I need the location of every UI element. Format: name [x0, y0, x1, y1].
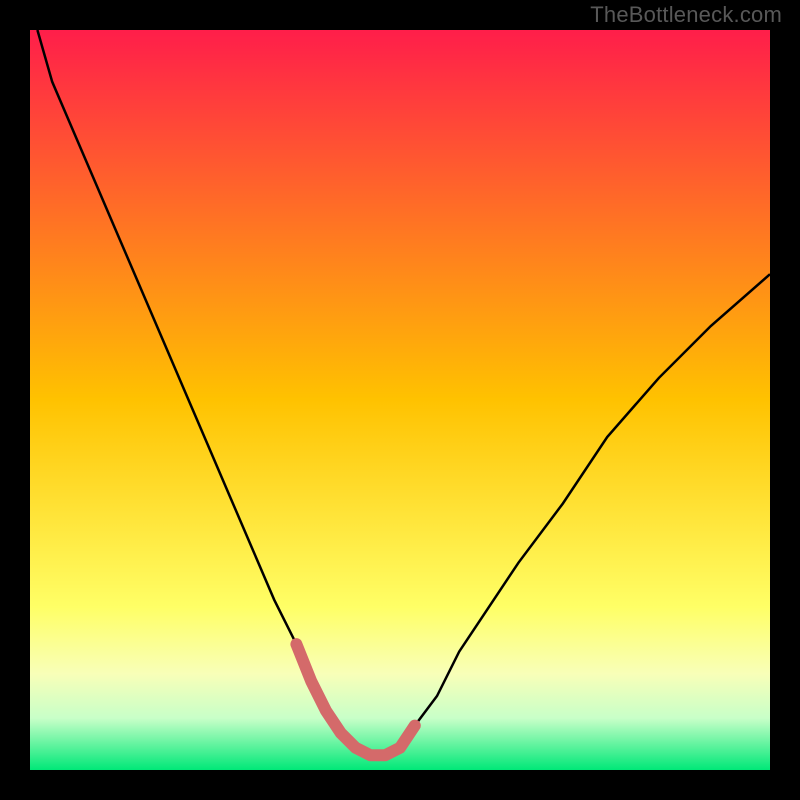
- plot-background: [30, 30, 770, 770]
- watermark-text: TheBottleneck.com: [590, 2, 782, 28]
- bottleneck-chart: [0, 0, 800, 800]
- chart-frame: TheBottleneck.com: [0, 0, 800, 800]
